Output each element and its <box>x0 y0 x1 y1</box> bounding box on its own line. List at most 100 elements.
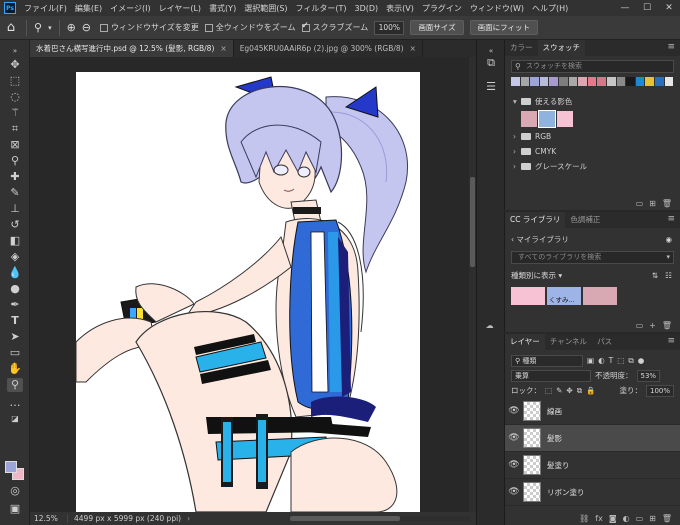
menu-help[interactable]: ヘルプ(H) <box>528 3 572 14</box>
tab-channels[interactable]: チャンネル <box>545 334 592 350</box>
layer-row[interactable]: 👁 線画 <box>505 398 680 425</box>
swatch-chip[interactable] <box>521 111 537 127</box>
eye-icon[interactable]: 👁 <box>505 487 523 497</box>
swatch-chip[interactable] <box>606 77 616 86</box>
menu-select[interactable]: 選択範囲(S) <box>240 3 291 14</box>
magic-wand-tool-icon[interactable]: ⚚ <box>7 106 23 120</box>
panel-menu-icon[interactable]: ≡ <box>667 42 675 52</box>
swatch-chip[interactable] <box>530 77 539 86</box>
layer-row[interactable]: 👁 リボン塗り <box>505 479 680 506</box>
swatch-search-input[interactable]: ⚲ スウォッチを検索 <box>511 60 674 73</box>
swatch-group[interactable]: › グレースケール <box>505 159 680 174</box>
filter-type-icon[interactable]: T <box>609 356 614 365</box>
chevron-down-icon[interactable]: ▾ <box>513 97 521 106</box>
swatch-chip[interactable] <box>558 77 568 86</box>
library-swatch[interactable]: くすみ... <box>547 287 581 305</box>
swatch-chip[interactable] <box>578 77 587 86</box>
fill-input[interactable]: 100% <box>645 384 674 397</box>
swatch-chip[interactable] <box>645 77 654 86</box>
chevron-down-icon[interactable]: ▾ <box>45 24 55 32</box>
opacity-input[interactable]: 53% <box>636 369 661 382</box>
chevron-right-icon[interactable]: › <box>513 147 521 156</box>
layer-kind-filter[interactable]: ⚲ 種類 <box>511 354 583 367</box>
doc-tab[interactable]: 水着巴さん横写進行中.psd @ 12.5% (髪影, RGB/8) × <box>30 40 234 57</box>
checkbox-box-checked[interactable] <box>301 21 310 32</box>
quick-mask-icon[interactable]: ◎ <box>7 484 23 498</box>
zoom-tool-icon[interactable]: ⚲ <box>31 21 45 34</box>
cloud-icon[interactable]: ☁ <box>486 321 494 330</box>
menu-plugins[interactable]: プラグイン <box>418 3 466 14</box>
link-icon[interactable]: ⛓ <box>579 514 589 523</box>
close-icon[interactable]: × <box>410 44 416 53</box>
status-zoom[interactable]: 12.5% <box>30 514 68 523</box>
rectangle-tool-icon[interactable]: ▭ <box>7 346 23 360</box>
trash-icon[interactable]: 🗑 <box>662 199 672 208</box>
menu-filter[interactable]: フィルター(T) <box>292 3 351 14</box>
user-icon[interactable]: ◉ <box>665 235 672 244</box>
tab-layers[interactable]: レイヤー <box>505 334 545 350</box>
layer-row-selected[interactable]: 👁 髪影 <box>505 425 680 452</box>
zoom-out-icon[interactable]: ⊖ <box>79 21 94 34</box>
filter-smart-icon[interactable]: ⧉ <box>628 356 633 366</box>
fill-screen-button[interactable]: 画面にフィット <box>469 20 538 35</box>
chevron-right-icon[interactable]: › <box>513 132 521 141</box>
swatch-chip[interactable] <box>587 77 597 86</box>
history-panel-icon[interactable]: ⧉ <box>484 56 498 70</box>
menu-layer[interactable]: レイヤー(L) <box>155 3 205 14</box>
layer-row[interactable]: 👁 髪塗り <box>505 452 680 479</box>
artwork-canvas[interactable] <box>76 72 420 512</box>
lock-transparent-icon[interactable]: ⬚ <box>545 386 552 395</box>
new-layer-icon[interactable]: ⊞ <box>649 514 656 523</box>
library-swatch[interactable] <box>583 287 617 305</box>
minimize-button[interactable]: — <box>614 0 636 16</box>
healing-brush-tool-icon[interactable]: ✚ <box>7 170 23 184</box>
blur-tool-icon[interactable]: 💧 <box>7 266 23 280</box>
default-colors-icon[interactable]: ◪ <box>7 412 23 426</box>
foreground-color-swatch[interactable] <box>5 461 17 473</box>
filter-adjust-icon[interactable]: ◐ <box>598 356 605 365</box>
path-selection-tool-icon[interactable]: ➤ <box>7 330 23 344</box>
menu-image[interactable]: イメージ(I) <box>106 3 154 14</box>
menu-file[interactable]: ファイル(F) <box>20 3 71 14</box>
fx-icon[interactable]: fx <box>595 514 603 523</box>
swatch-chip[interactable] <box>626 77 635 86</box>
type-tool-icon[interactable]: T <box>7 314 23 328</box>
swatch-group[interactable]: ▾ 使える影色 <box>505 94 680 109</box>
view-by-type[interactable]: 種類別に表示 ▾ ⇅ ☷ <box>505 268 680 283</box>
eye-icon[interactable]: 👁 <box>505 460 523 470</box>
more-tools-icon[interactable]: … <box>7 396 23 410</box>
blend-mode-select[interactable]: 乗算 <box>511 369 591 382</box>
move-tool-icon[interactable]: ✥ <box>7 58 23 72</box>
menu-3d[interactable]: 3D(D) <box>351 4 383 13</box>
chevron-down-icon[interactable]: ▾ <box>666 252 670 263</box>
home-icon[interactable]: ⌂ <box>0 18 22 38</box>
menu-edit[interactable]: 編集(E) <box>71 3 106 14</box>
lock-all-icon[interactable]: 🔒 <box>586 386 595 395</box>
folder-icon[interactable]: ▭ <box>636 321 644 330</box>
eye-icon[interactable]: 👁 <box>505 406 523 416</box>
folder-icon[interactable]: ▭ <box>636 514 644 523</box>
lasso-tool-icon[interactable]: ◌ <box>7 90 23 104</box>
photoshop-logo-icon[interactable]: Ps <box>4 2 16 14</box>
swatch-chip[interactable] <box>597 77 606 86</box>
zoom-all-windows-checkbox[interactable]: 全ウィンドウをズーム <box>204 22 296 33</box>
filter-shape-icon[interactable]: ⬚ <box>617 356 624 365</box>
scroll-thumb[interactable] <box>290 516 400 521</box>
swatch-chip[interactable] <box>511 77 520 86</box>
adjustment-icon[interactable]: ◐ <box>623 514 630 523</box>
menu-view[interactable]: 表示(V) <box>382 3 418 14</box>
status-menu-arrow[interactable]: › <box>187 514 190 523</box>
dodge-tool-icon[interactable]: ● <box>7 282 23 296</box>
trash-icon[interactable]: 🗑 <box>662 514 672 523</box>
filter-toggle-icon[interactable]: ● <box>638 356 645 365</box>
add-icon[interactable]: + <box>649 321 656 330</box>
swatch-group[interactable]: › CMYK <box>505 144 680 159</box>
doc-tab[interactable]: Eg045KRU0AAiR6p (2).jpg @ 300% (RGB/8) × <box>234 40 423 57</box>
chevron-right-icon[interactable]: › <box>513 162 521 171</box>
tab-paths[interactable]: パス <box>592 334 617 350</box>
history-brush-tool-icon[interactable]: ↺ <box>7 218 23 232</box>
close-icon[interactable]: × <box>220 44 226 53</box>
list-view-icon[interactable]: ☷ <box>665 271 672 280</box>
swatch-chip[interactable] <box>539 77 549 86</box>
tab-color[interactable]: カラー <box>505 40 538 56</box>
